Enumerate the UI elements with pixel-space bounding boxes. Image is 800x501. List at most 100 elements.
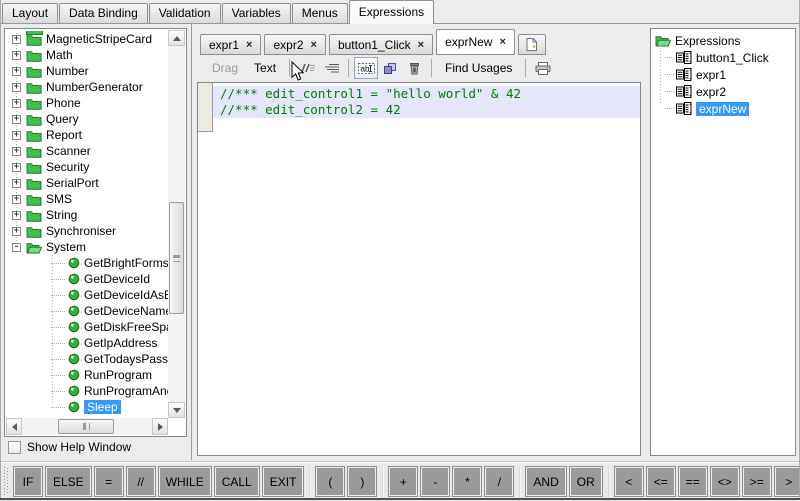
tab-variables[interactable]: Variables bbox=[222, 3, 291, 23]
close-tab-icon[interactable]: × bbox=[418, 40, 424, 50]
horizontal-scroll-thumb[interactable] bbox=[58, 419, 114, 434]
op-multiply-button[interactable]: * bbox=[453, 467, 481, 496]
drag-mode-button[interactable]: Drag bbox=[204, 57, 246, 79]
tree-folder-string[interactable]: + String bbox=[5, 207, 168, 223]
tree-folder-report[interactable]: + Report bbox=[5, 127, 168, 143]
expression-item[interactable]: expr1 bbox=[651, 66, 795, 83]
op-greater-button[interactable]: > bbox=[775, 467, 800, 496]
expression-code-editor[interactable]: //*** edit_control1 = "hello world" & 42… bbox=[197, 82, 641, 456]
scroll-left-button[interactable] bbox=[6, 418, 22, 435]
new-expression-tab-button[interactable] bbox=[518, 34, 546, 55]
tree-folder-number[interactable]: + Number bbox=[5, 63, 168, 79]
tree-function[interactable]: GetDiskFreeSpace bbox=[5, 319, 168, 335]
code-line-1[interactable]: //*** edit_control1 = "hello world" & 42 bbox=[213, 86, 640, 102]
expand-icon[interactable]: + bbox=[12, 115, 21, 124]
expand-icon[interactable]: + bbox=[12, 131, 21, 140]
tree-folder-math[interactable]: + Math bbox=[5, 47, 168, 63]
op-assign-button[interactable]: = bbox=[95, 467, 123, 496]
close-tab-icon[interactable]: × bbox=[246, 40, 252, 50]
close-tab-icon[interactable]: × bbox=[499, 37, 505, 47]
align-button[interactable] bbox=[319, 57, 343, 79]
tree-function[interactable]: GetDeviceId bbox=[5, 271, 168, 287]
expressions-root[interactable]: Expressions bbox=[651, 32, 795, 49]
tree-function[interactable]: GetDeviceName bbox=[5, 303, 168, 319]
tab-data-binding[interactable]: Data Binding bbox=[59, 3, 148, 23]
expression-item[interactable]: expr2 bbox=[651, 83, 795, 100]
op-not-equal-button[interactable]: <> bbox=[711, 467, 739, 496]
editor-tab-expr1[interactable]: expr1 × bbox=[200, 34, 261, 55]
code-line-2[interactable]: //*** edit_control2 = 42 bbox=[213, 102, 640, 118]
show-help-checkbox[interactable] bbox=[8, 441, 21, 454]
op-less-button[interactable]: < bbox=[615, 467, 643, 496]
replace-button[interactable] bbox=[378, 57, 402, 79]
op-less-equal-button[interactable]: <= bbox=[647, 467, 675, 496]
tree-folder-phone[interactable]: + Phone bbox=[5, 95, 168, 111]
expand-icon[interactable]: + bbox=[12, 83, 21, 92]
vertical-scroll-thumb[interactable] bbox=[169, 202, 184, 314]
scroll-down-button[interactable] bbox=[168, 402, 185, 418]
expand-icon[interactable]: + bbox=[12, 51, 21, 60]
editor-tab-button1-click[interactable]: button1_Click × bbox=[329, 34, 433, 55]
scroll-up-button[interactable] bbox=[168, 30, 185, 46]
op-comment-button[interactable]: // bbox=[127, 467, 155, 496]
op-and-button[interactable]: AND bbox=[526, 467, 565, 496]
expression-item[interactable]: button1_Click bbox=[651, 49, 795, 66]
expand-icon[interactable]: + bbox=[12, 211, 21, 220]
expression-item-selected[interactable]: exprNew bbox=[651, 100, 795, 117]
expand-icon[interactable]: + bbox=[12, 99, 21, 108]
tree-folder-scanner[interactable]: + Scanner bbox=[5, 143, 168, 159]
expand-icon[interactable]: + bbox=[12, 67, 21, 76]
tab-expressions[interactable]: Expressions bbox=[349, 0, 434, 24]
expand-icon[interactable]: + bbox=[12, 195, 21, 204]
op-call-button[interactable]: CALL bbox=[215, 467, 259, 496]
tab-layout[interactable]: Layout bbox=[2, 3, 58, 23]
expand-icon[interactable]: + bbox=[12, 35, 21, 44]
tree-folder-serialport[interactable]: + SerialPort bbox=[5, 175, 168, 191]
op-plus-button[interactable]: + bbox=[389, 467, 417, 496]
op-minus-button[interactable]: - bbox=[421, 467, 449, 496]
expand-icon[interactable]: + bbox=[12, 227, 21, 236]
op-close-paren-button[interactable]: ) bbox=[348, 467, 376, 496]
toolbar-grip-handle[interactable] bbox=[4, 467, 9, 495]
op-while-button[interactable]: WHILE bbox=[159, 467, 211, 496]
expand-icon[interactable]: + bbox=[12, 147, 21, 156]
scroll-right-button[interactable] bbox=[152, 418, 168, 435]
expand-icon[interactable]: + bbox=[12, 163, 21, 172]
print-button[interactable] bbox=[531, 57, 555, 79]
tree-folder-synchroniser[interactable]: + Synchroniser bbox=[5, 223, 168, 239]
delete-button[interactable] bbox=[402, 57, 426, 79]
op-equal-button[interactable]: == bbox=[679, 467, 707, 496]
close-tab-icon[interactable]: × bbox=[311, 40, 317, 50]
comment-button[interactable] bbox=[295, 57, 319, 79]
tree-folder-security[interactable]: + Security bbox=[5, 159, 168, 175]
op-divide-button[interactable]: / bbox=[485, 467, 513, 496]
tree-function[interactable]: GetBrightFormsVe bbox=[5, 255, 168, 271]
editor-tab-expr2[interactable]: expr2 × bbox=[264, 34, 325, 55]
tree-vertical-scrollbar[interactable] bbox=[168, 30, 185, 418]
tree-function[interactable]: GetTodaysPasswo bbox=[5, 351, 168, 367]
tab-menus[interactable]: Menus bbox=[292, 3, 348, 23]
text-mode-button[interactable]: Text bbox=[246, 57, 284, 79]
rename-button[interactable]: ab bbox=[354, 57, 378, 79]
tree-function[interactable]: RunProgram bbox=[5, 367, 168, 383]
tree-function-selected[interactable]: Sleep bbox=[5, 399, 168, 415]
op-else-button[interactable]: ELSE bbox=[46, 467, 91, 496]
find-usages-button[interactable]: Find Usages bbox=[437, 57, 520, 79]
tree-function[interactable]: GetIpAddress bbox=[5, 335, 168, 351]
tree-function[interactable]: GetDeviceIdAsBas bbox=[5, 287, 168, 303]
tree-folder-query[interactable]: + Query bbox=[5, 111, 168, 127]
tree-folder-system-expanded[interactable]: - System bbox=[5, 239, 168, 255]
tree-folder-sms[interactable]: + SMS bbox=[5, 191, 168, 207]
expand-icon[interactable]: + bbox=[12, 179, 21, 188]
op-exit-button[interactable]: EXIT bbox=[263, 467, 304, 496]
op-greater-equal-button[interactable]: >= bbox=[743, 467, 771, 496]
tree-horizontal-scrollbar[interactable] bbox=[6, 418, 168, 435]
tab-validation[interactable]: Validation bbox=[149, 3, 221, 23]
collapse-icon[interactable]: - bbox=[12, 243, 21, 252]
editor-tab-exprnew-active[interactable]: exprNew × bbox=[436, 29, 515, 55]
op-open-paren-button[interactable]: ( bbox=[316, 467, 344, 496]
op-or-button[interactable]: OR bbox=[570, 467, 602, 496]
tree-function[interactable]: RunProgramAndW bbox=[5, 383, 168, 399]
op-if-button[interactable]: IF bbox=[14, 467, 42, 496]
tree-folder-numbergenerator[interactable]: + NumberGenerator bbox=[5, 79, 168, 95]
